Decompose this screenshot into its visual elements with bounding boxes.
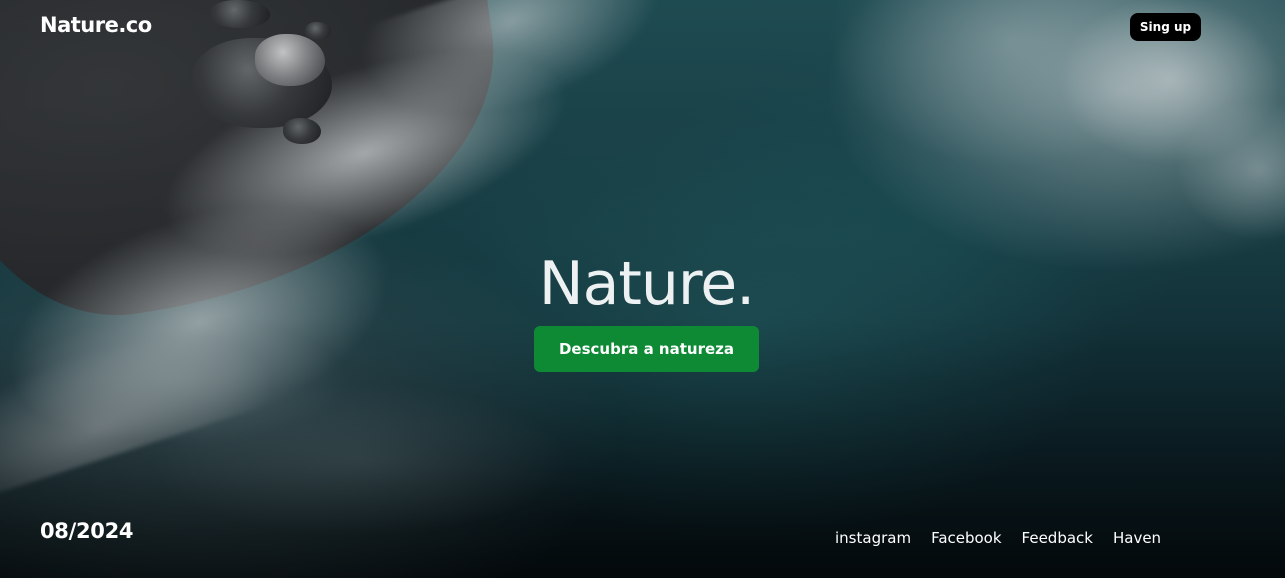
hero-title: Nature. [538,249,756,319]
date-label: 08/2024 [40,519,134,543]
site-logo[interactable]: Nature.co [40,13,152,37]
instagram-link[interactable]: instagram [835,529,911,547]
feedback-link[interactable]: Feedback [1022,529,1093,547]
signup-button[interactable]: Sing up [1130,13,1201,41]
haven-link[interactable]: Haven [1113,529,1161,547]
discover-nature-button[interactable]: Descubra a natureza [534,326,759,372]
hero-section: Nature.co Sing up Nature. Descubra a nat… [0,0,1285,578]
footer-links: instagram Facebook Feedback Haven [835,529,1161,547]
facebook-link[interactable]: Facebook [931,529,1001,547]
